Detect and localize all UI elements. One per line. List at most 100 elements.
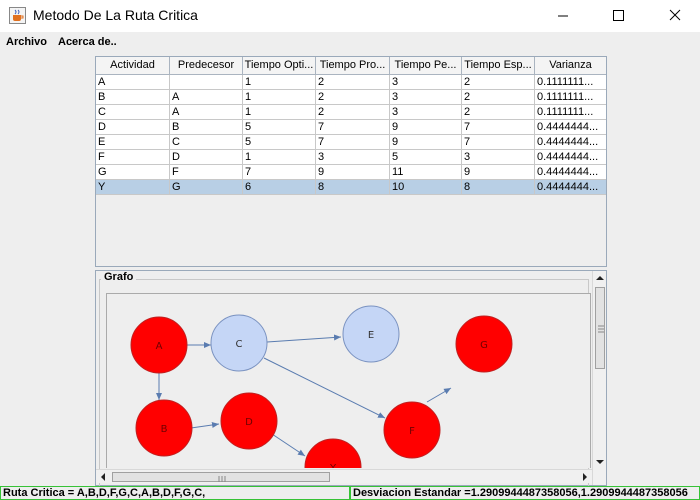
grafo-title: Grafo	[101, 271, 137, 283]
table-cell[interactable]: 7	[316, 120, 390, 135]
table-row-selected[interactable]: Y G 6 8 10 8 0.4444444...	[96, 180, 606, 195]
table-cell[interactable]: G	[96, 165, 170, 180]
table-cell[interactable]: 7	[316, 135, 390, 150]
table-cell[interactable]: 0.1111111...	[535, 105, 606, 120]
table-cell[interactable]: 3	[390, 90, 462, 105]
column-header-actividad[interactable]: Actividad	[96, 57, 170, 75]
table-row[interactable]: G F 7 9 11 9 0.4444444...	[96, 165, 606, 180]
table-cell[interactable]: 0.4444444...	[535, 120, 606, 135]
close-button[interactable]	[652, 0, 698, 32]
table-cell[interactable]: 3	[390, 105, 462, 120]
table-row[interactable]: B A 1 2 3 2 0.1111111...	[96, 90, 606, 105]
table-row[interactable]: F D 1 3 5 3 0.4444444...	[96, 150, 606, 165]
table-cell[interactable]: 0.4444444...	[535, 135, 606, 150]
column-header-tiempo-esperado[interactable]: Tiempo Esp...	[462, 57, 535, 75]
table-cell[interactable]: 9	[316, 165, 390, 180]
table-cell[interactable]: 11	[390, 165, 462, 180]
column-header-varianza[interactable]: Varianza	[535, 57, 606, 75]
table-cell[interactable]: 1	[243, 90, 316, 105]
horizontal-scroll-thumb[interactable]	[112, 472, 330, 482]
graph-node-label: Y	[329, 463, 337, 468]
vertical-scrollbar[interactable]	[592, 271, 606, 485]
table-row[interactable]: D B 5 7 9 7 0.4444444...	[96, 120, 606, 135]
table-cell[interactable]: 8	[316, 180, 390, 195]
table-cell[interactable]: A	[96, 75, 170, 90]
graph-node-a: A	[130, 316, 188, 374]
table-cell[interactable]: 2	[462, 75, 535, 90]
menu-acerca-de[interactable]: Acerca de..	[58, 36, 117, 48]
table-cell[interactable]: 6	[243, 180, 316, 195]
table-cell[interactable]: 2	[316, 90, 390, 105]
table-cell[interactable]: 7	[462, 135, 535, 150]
table-cell[interactable]: 1	[243, 105, 316, 120]
maximize-button[interactable]	[596, 0, 642, 32]
table-cell[interactable]: 0.4444444...	[535, 180, 606, 195]
vertical-scroll-thumb[interactable]	[595, 287, 605, 369]
table-cell[interactable]: 9	[390, 120, 462, 135]
graph-canvas: A C E G B D F Y	[106, 293, 591, 468]
scroll-up-icon[interactable]	[593, 271, 607, 285]
horizontal-scrollbar[interactable]	[96, 469, 592, 483]
table-cell[interactable]: D	[96, 120, 170, 135]
table-cell[interactable]: F	[170, 165, 243, 180]
table-cell[interactable]: 5	[390, 150, 462, 165]
table-cell[interactable]: C	[170, 135, 243, 150]
table-cell[interactable]: 2	[462, 90, 535, 105]
column-header-predecesor[interactable]: Predecesor	[170, 57, 243, 75]
table-body: A 1 2 3 2 0.1111111... B A 1 2 3 2 0.111…	[96, 75, 606, 195]
column-header-tiempo-probable[interactable]: Tiempo Pro...	[316, 57, 390, 75]
scroll-right-icon[interactable]	[578, 470, 592, 484]
table-cell[interactable]: B	[96, 90, 170, 105]
scroll-down-icon[interactable]	[593, 455, 607, 469]
table-cell[interactable]: 0.1111111...	[535, 90, 606, 105]
table-cell[interactable]: A	[170, 105, 243, 120]
table-cell[interactable]: 2	[316, 75, 390, 90]
edge-c-e	[266, 334, 342, 343]
table-cell[interactable]: G	[170, 180, 243, 195]
table-cell[interactable]: B	[170, 120, 243, 135]
table-cell[interactable]: Y	[96, 180, 170, 195]
graph-node-label: F	[409, 426, 415, 437]
scroll-left-icon[interactable]	[96, 470, 110, 484]
table-cell[interactable]: A	[170, 90, 243, 105]
table-cell[interactable]: 0.4444444...	[535, 150, 606, 165]
activities-table: Actividad Predecesor Tiempo Opti... Tiem…	[95, 56, 607, 267]
graph-node-label: A	[156, 341, 163, 352]
main-content: Actividad Predecesor Tiempo Opti... Tiem…	[0, 54, 700, 489]
table-cell[interactable]: 7	[462, 120, 535, 135]
table-row[interactable]: C A 1 2 3 2 0.1111111...	[96, 105, 606, 120]
table-cell[interactable]: D	[170, 150, 243, 165]
table-cell[interactable]: 7	[243, 165, 316, 180]
table-cell[interactable]: 9	[390, 135, 462, 150]
graph-node-d: D	[220, 392, 278, 450]
table-cell[interactable]: 0.4444444...	[535, 165, 606, 180]
table-cell[interactable]: 3	[390, 75, 462, 90]
table-cell[interactable]: 5	[243, 120, 316, 135]
table-cell[interactable]: 1	[243, 150, 316, 165]
menu-archivo[interactable]: Archivo	[6, 36, 47, 48]
graph-node-c: C	[210, 314, 268, 372]
table-cell[interactable]: 5	[243, 135, 316, 150]
table-row[interactable]: E C 5 7 9 7 0.4444444...	[96, 135, 606, 150]
table-row[interactable]: A 1 2 3 2 0.1111111...	[96, 75, 606, 90]
grafo-scroll-pane: Grafo A C E G B D F Y	[95, 270, 607, 489]
table-cell[interactable]: 2	[462, 105, 535, 120]
table-cell[interactable]: 3	[462, 150, 535, 165]
menu-bar: Archivo Acerca de..	[0, 32, 700, 54]
minimize-button[interactable]	[540, 0, 586, 32]
table-cell[interactable]: 8	[462, 180, 535, 195]
table-cell[interactable]: 0.1111111...	[535, 75, 606, 90]
window-title: Metodo De La Ruta Critica	[33, 7, 198, 23]
table-cell[interactable]: F	[96, 150, 170, 165]
table-cell[interactable]: 1	[243, 75, 316, 90]
table-cell[interactable]: C	[96, 105, 170, 120]
table-cell[interactable]: 2	[316, 105, 390, 120]
table-cell[interactable]: 3	[316, 150, 390, 165]
column-header-tiempo-pesimista[interactable]: Tiempo Pe...	[390, 57, 462, 75]
graph-node-label: G	[480, 340, 488, 351]
table-cell[interactable]: E	[96, 135, 170, 150]
table-cell[interactable]: 9	[462, 165, 535, 180]
column-header-tiempo-optimista[interactable]: Tiempo Opti...	[243, 57, 316, 75]
table-cell[interactable]: 10	[390, 180, 462, 195]
table-cell[interactable]	[170, 75, 243, 90]
